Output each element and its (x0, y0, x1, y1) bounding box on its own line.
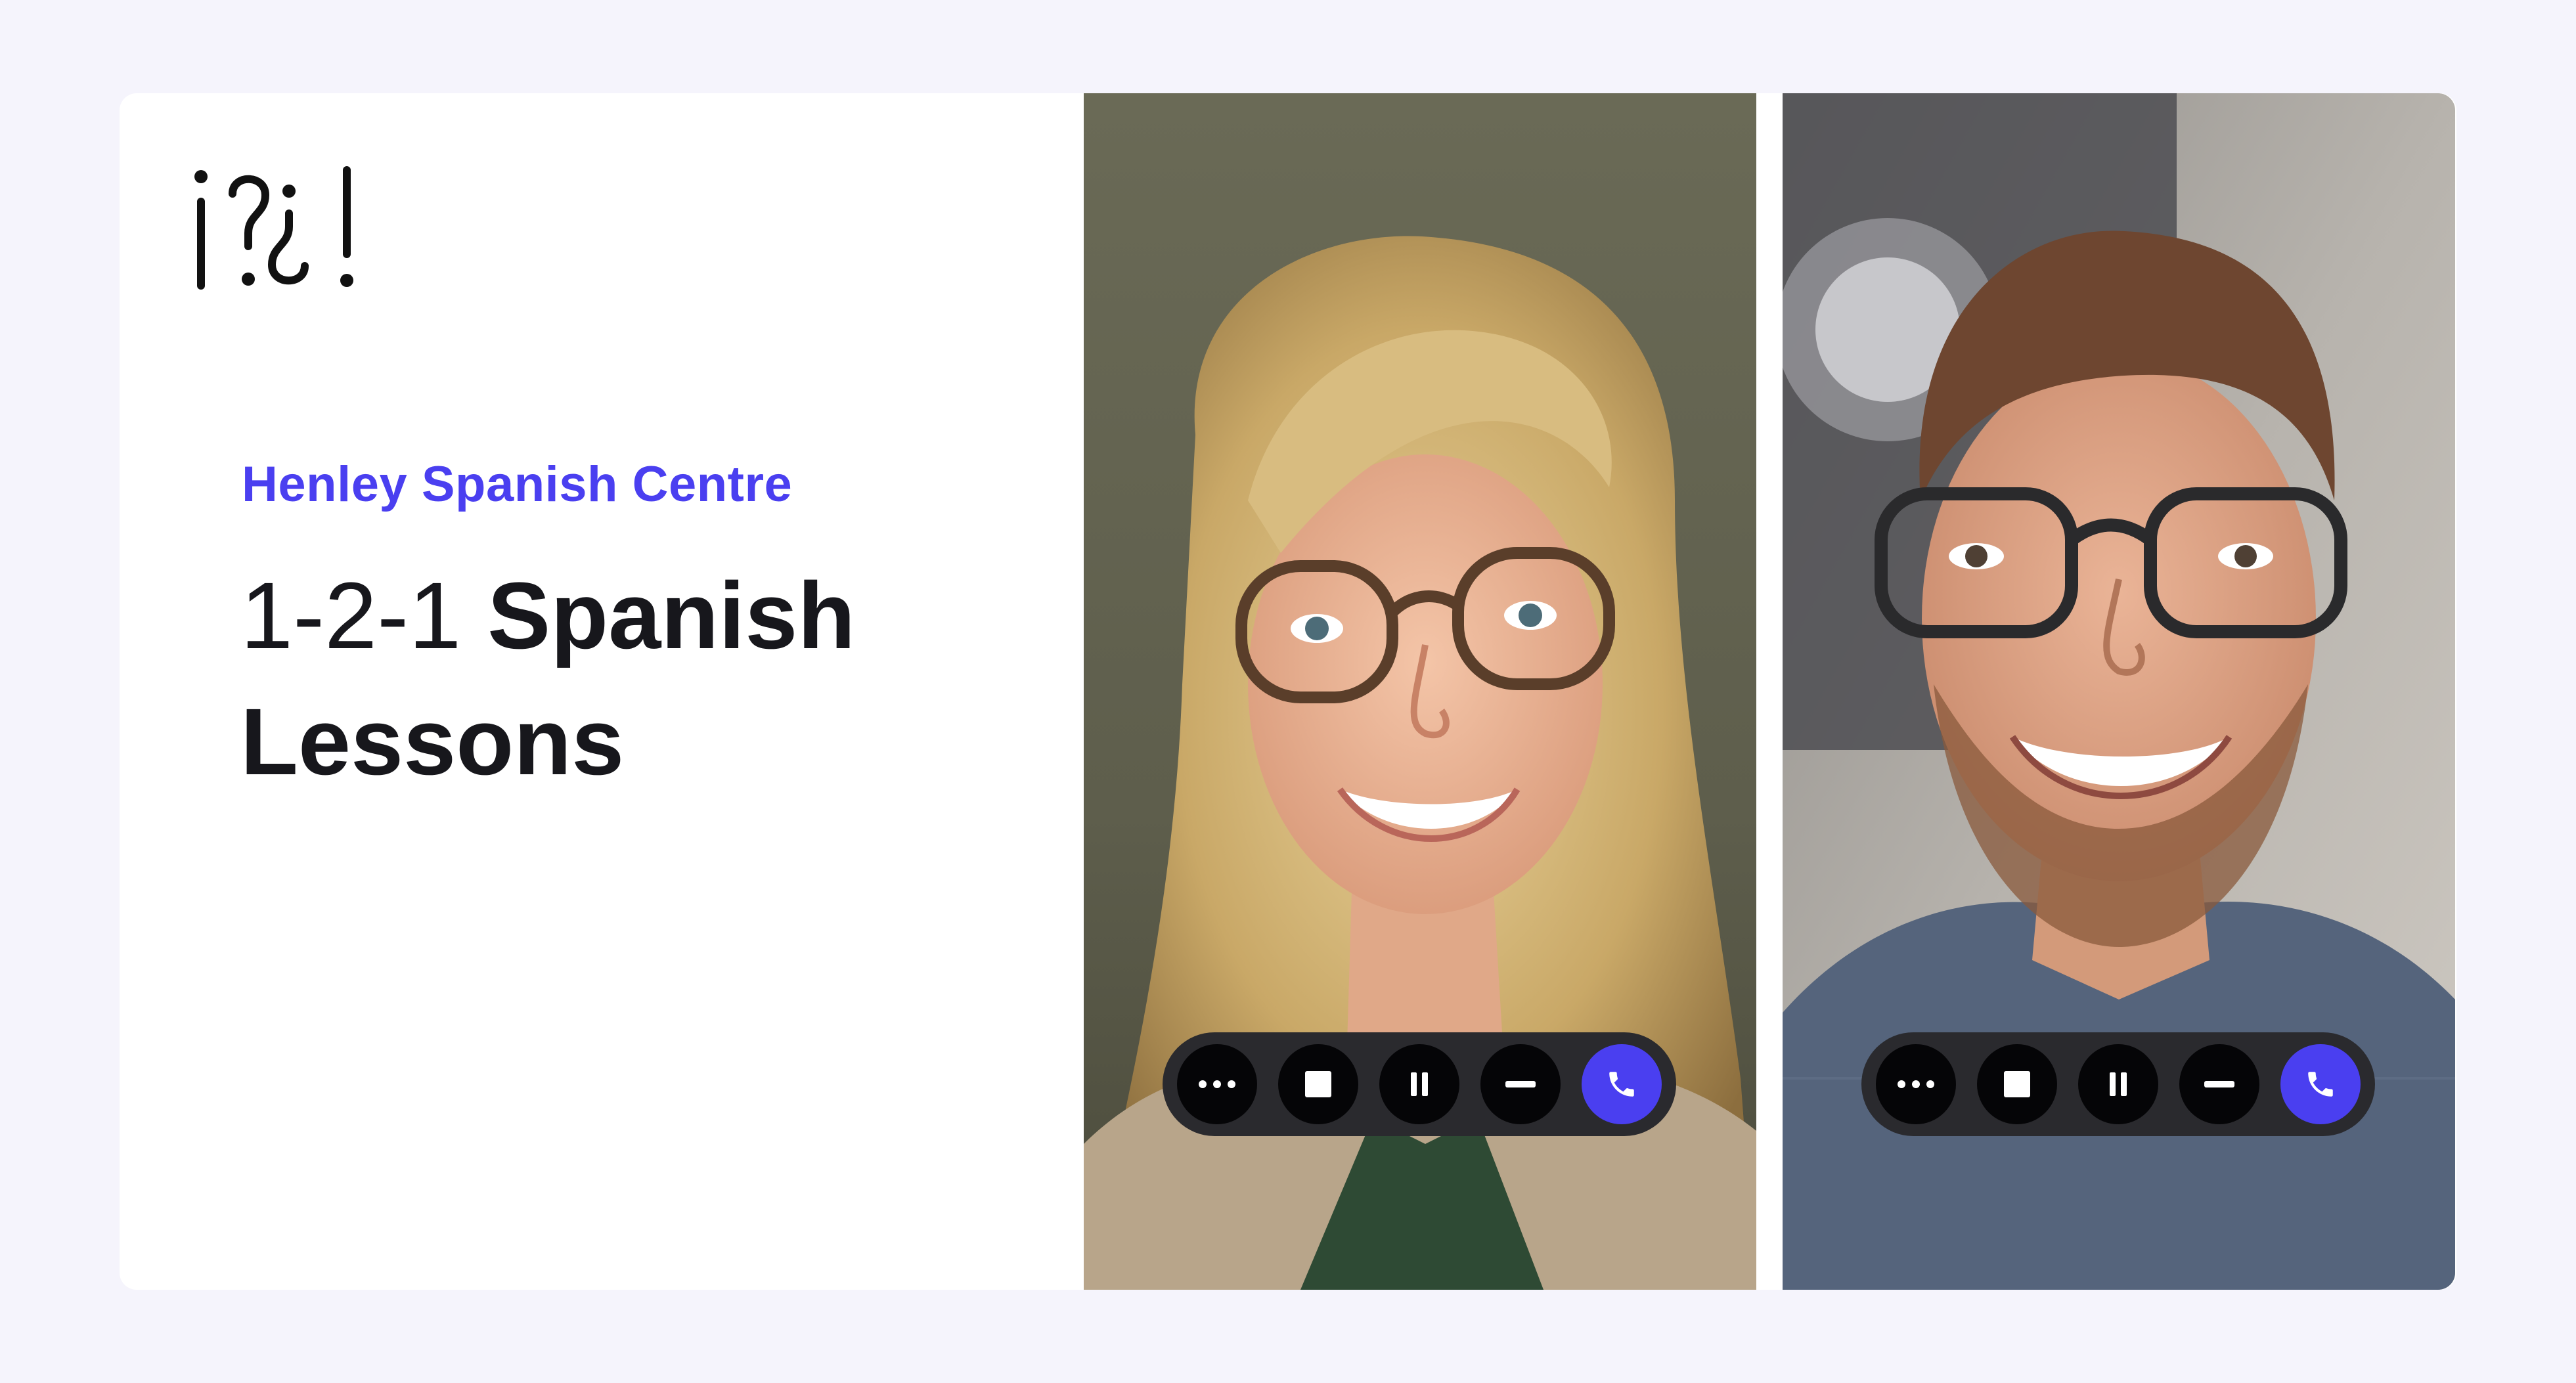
video-tile-man (1783, 93, 2455, 1290)
minimize-button[interactable] (1480, 1044, 1561, 1124)
video-tile-woman (1084, 93, 1756, 1290)
stop-icon (1305, 1071, 1331, 1097)
phone-icon (1609, 1072, 1634, 1097)
pause-button[interactable] (2078, 1044, 2158, 1124)
pause-button[interactable] (1379, 1044, 1459, 1124)
more-options-button[interactable] (1876, 1044, 1956, 1124)
pause-icon (2110, 1072, 2127, 1096)
stop-button[interactable] (1977, 1044, 2057, 1124)
more-icon (1898, 1080, 1934, 1088)
page-title: 1-2-1 Spanish Lessons (240, 553, 1029, 805)
call-controls-bar (1163, 1032, 1676, 1136)
call-controls-bar (1861, 1032, 2375, 1136)
more-icon (1199, 1080, 1235, 1088)
promo-card: Henley Spanish Centre 1-2-1 Spanish Less… (120, 93, 2456, 1290)
title-bold-part-2: Lessons (240, 689, 625, 795)
more-options-button[interactable] (1177, 1044, 1257, 1124)
brand-logo-icon (192, 162, 363, 307)
pause-icon (1411, 1072, 1428, 1096)
minimize-icon (2204, 1081, 2234, 1087)
stop-button[interactable] (1278, 1044, 1358, 1124)
stop-icon (2004, 1071, 2030, 1097)
minimize-icon (1505, 1081, 1536, 1087)
title-light-part: 1-2-1 (240, 563, 462, 669)
minimize-button[interactable] (2179, 1044, 2259, 1124)
brand-name: Henley Spanish Centre (242, 456, 793, 512)
call-button[interactable] (2280, 1044, 2361, 1124)
call-button[interactable] (1582, 1044, 1662, 1124)
phone-icon (2308, 1072, 2333, 1097)
title-bold-part-1: Spanish (487, 563, 856, 669)
